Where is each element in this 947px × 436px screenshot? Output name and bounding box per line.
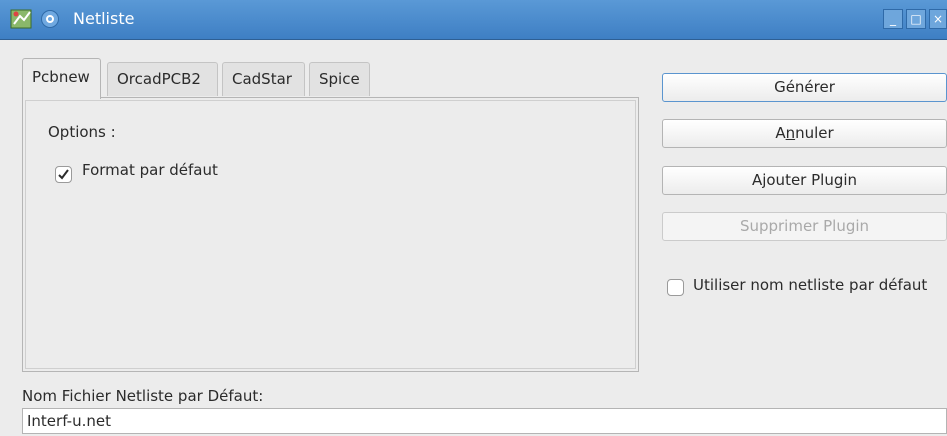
title-bar[interactable]: Netliste _ □ ×	[0, 0, 947, 40]
cancel-label-suffix: nuler	[795, 124, 834, 142]
remove-plugin-button: Supprimer Plugin	[662, 212, 947, 241]
default-format-checkbox[interactable]	[55, 166, 72, 183]
tab-label: OrcadPCB2	[117, 70, 201, 88]
generate-label: Générer	[774, 78, 835, 96]
tab-cadstar[interactable]: CadStar	[222, 62, 305, 96]
generate-button[interactable]: Générer	[662, 73, 947, 102]
window-menu-icon[interactable]	[41, 10, 59, 28]
default-format-label[interactable]: Format par défaut	[82, 161, 218, 179]
use-default-name-checkbox[interactable]	[667, 279, 684, 296]
tab-label: Pcbnew	[32, 68, 90, 86]
tab-label: CadStar	[232, 70, 292, 88]
tab-spice[interactable]: Spice	[309, 62, 370, 96]
checkmark-icon	[58, 169, 69, 180]
window-title: Netliste	[73, 9, 135, 28]
default-filename-input[interactable]	[22, 408, 947, 434]
pcb-app-icon	[10, 9, 32, 29]
tab-label: Spice	[319, 70, 360, 88]
add-plugin-button[interactable]: Ajouter Plugin	[662, 166, 947, 195]
add-plugin-label: Ajouter Plugin	[751, 171, 858, 189]
default-filename-label: Nom Fichier Netliste par Défaut:	[22, 387, 264, 405]
maximize-icon[interactable]: □	[906, 9, 926, 29]
use-default-name-label[interactable]: Utiliser nom netliste par défaut	[693, 276, 927, 294]
options-group	[25, 100, 636, 369]
minimize-icon[interactable]: _	[883, 9, 903, 29]
cancel-label-mnemonic: n	[785, 124, 796, 142]
close-icon[interactable]: ×	[929, 9, 947, 29]
options-label: Options :	[48, 123, 116, 141]
tab-pcbnew[interactable]: Pcbnew	[22, 58, 101, 99]
tab-orcadpcb2[interactable]: OrcadPCB2	[107, 62, 218, 96]
cancel-label-prefix: A	[775, 124, 786, 142]
remove-plugin-label: Supprimer Plugin	[739, 217, 870, 235]
cancel-button[interactable]: Annuler	[662, 119, 947, 148]
